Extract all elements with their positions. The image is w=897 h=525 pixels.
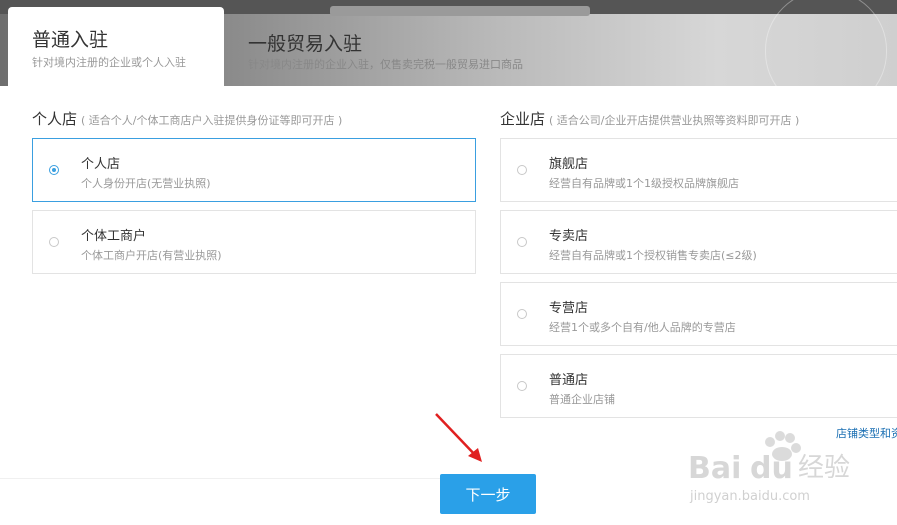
option-specialty-store[interactable]: 专营店 经营1个或多个自有/他人品牌的专营店: [500, 282, 897, 346]
tab-title: 一般贸易入驻: [248, 33, 363, 55]
section-name: 个人店: [32, 110, 78, 128]
section-hint: ( 适合公司/企业开店提供营业执照等资料即可开店 ): [549, 114, 800, 127]
option-title: 旗舰店: [549, 157, 589, 172]
svg-text:Bai: Bai: [688, 451, 741, 486]
svg-text:jingyan.baidu.com: jingyan.baidu.com: [689, 489, 810, 504]
tab-general-trade-entry[interactable]: 一般贸易入驻 针对境内注册的企业入驻，仅售卖完税一般贸易进口商品: [232, 7, 592, 86]
option-desc: 经营自有品牌或1个1级授权品牌旗舰店: [549, 177, 739, 190]
radio-icon[interactable]: [49, 237, 59, 247]
option-exclusive-store[interactable]: 专卖店 经营自有品牌或1个授权销售专卖店(≤2级): [500, 210, 897, 274]
baidu-jingyan-watermark: Bai du 经验 jingyan.baidu.com: [688, 431, 850, 504]
enterprise-section-title: 企业店( 适合公司/企业开店提供营业执照等资料即可开店 ): [500, 108, 799, 129]
section-hint: ( 适合个人/个体工商店户入驻提供身份证等即可开店 ): [81, 114, 343, 127]
tab-subtitle: 针对境内注册的企业入驻，仅售卖完税一般贸易进口商品: [248, 58, 523, 71]
option-desc: 普通企业店铺: [549, 393, 615, 406]
option-title: 普通店: [549, 373, 589, 388]
personal-section-title: 个人店( 适合个人/个体工商店户入驻提供身份证等即可开店 ): [32, 108, 342, 129]
tab-normal-entry[interactable]: 普通入驻 针对境内注册的企业或个人入驻: [8, 7, 224, 86]
option-title: 专营店: [549, 301, 589, 316]
option-desc: 个体工商户开店(有营业执照): [81, 249, 222, 262]
radio-icon[interactable]: [517, 381, 527, 391]
option-desc: 个人身份开店(无营业执照): [81, 177, 211, 190]
option-desc: 经营1个或多个自有/他人品牌的专营店: [549, 321, 736, 334]
annotation-arrow-icon: [435, 413, 482, 462]
divider: [0, 478, 440, 479]
option-personal-store[interactable]: 个人店 个人身份开店(无营业执照): [32, 138, 476, 202]
radio-icon[interactable]: [49, 165, 59, 175]
next-step-button[interactable]: 下一步: [440, 474, 536, 514]
tab-subtitle: 针对境内注册的企业或个人入驻: [32, 56, 186, 69]
option-title: 个人店: [81, 157, 121, 172]
svg-text:du: du: [750, 451, 793, 486]
option-regular-store[interactable]: 普通店 普通企业店铺: [500, 354, 897, 418]
section-name: 企业店: [500, 110, 546, 128]
option-desc: 经营自有品牌或1个授权销售专卖店(≤2级): [549, 249, 757, 262]
radio-icon[interactable]: [517, 309, 527, 319]
option-title: 个体工商户: [81, 229, 147, 244]
banner-decoration-circle: [765, 0, 887, 86]
radio-icon[interactable]: [517, 237, 527, 247]
option-title: 专卖店: [549, 229, 589, 244]
svg-text:经验: 经验: [798, 453, 850, 483]
option-individual-business[interactable]: 个体工商户 个体工商户开店(有营业执照): [32, 210, 476, 274]
tab-title: 普通入驻: [32, 29, 109, 51]
radio-icon[interactable]: [517, 165, 527, 175]
option-flagship-store[interactable]: 旗舰店 经营自有品牌或1个1级授权品牌旗舰店: [500, 138, 897, 202]
